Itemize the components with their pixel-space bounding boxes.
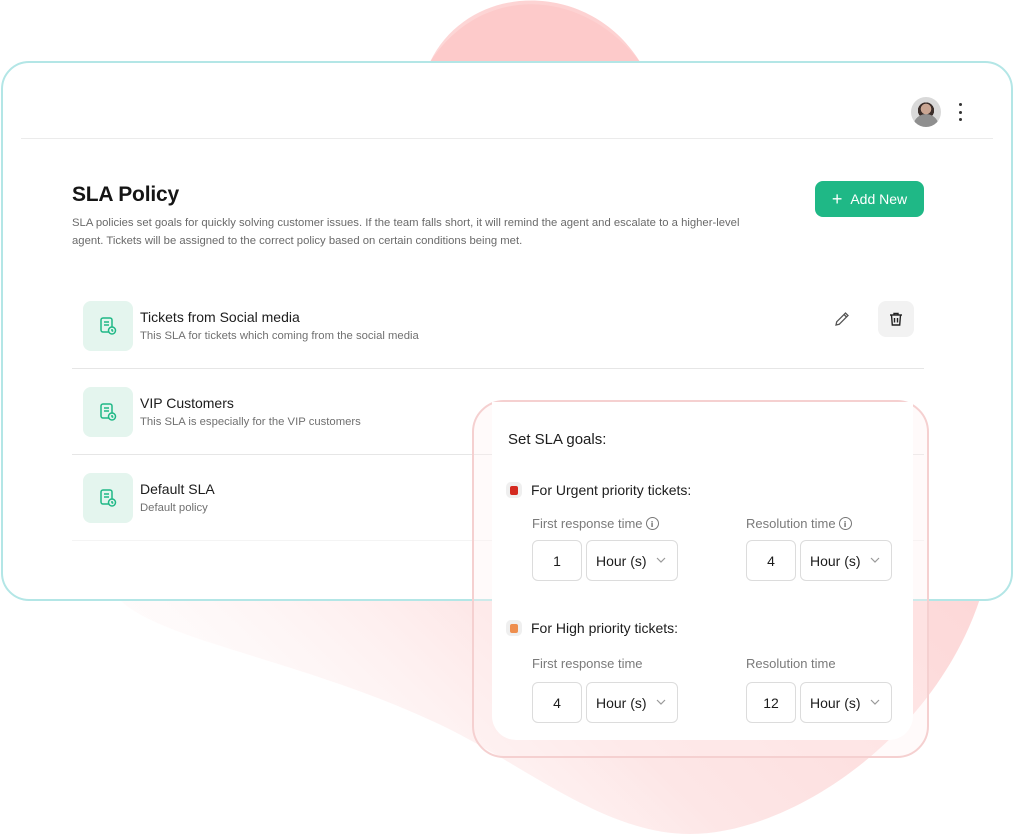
info-icon[interactable]: i bbox=[645, 517, 659, 530]
select-value: Hour (s) bbox=[810, 552, 861, 569]
chevron-down-icon bbox=[656, 557, 666, 563]
urgent-color-swatch bbox=[510, 485, 518, 495]
policy-name: Tickets from Social media bbox=[140, 309, 300, 325]
select-value: Hour (s) bbox=[810, 694, 861, 711]
page-description: SLA policies set goals for quickly solvi… bbox=[72, 217, 740, 247]
high-priority-heading: For High priority tickets: bbox=[506, 620, 678, 636]
urgent-priority-heading: For Urgent priority tickets: bbox=[506, 482, 691, 498]
policy-item[interactable]: Tickets from Social media This SLA for t… bbox=[72, 283, 924, 369]
urgent-first-response-unit-select[interactable]: Hour (s) bbox=[586, 540, 678, 581]
avatar[interactable] bbox=[911, 97, 941, 127]
document-clock-icon bbox=[83, 386, 133, 437]
label-text: Resolution time bbox=[746, 516, 836, 531]
priority-color-indicator bbox=[506, 482, 522, 498]
select-value: Hour (s) bbox=[596, 694, 647, 711]
high-resolution-value[interactable] bbox=[746, 682, 796, 723]
policy-name: VIP Customers bbox=[140, 395, 234, 411]
document-clock-icon bbox=[83, 472, 133, 523]
chevron-down-icon bbox=[656, 699, 666, 705]
goals-title: Set SLA goals: bbox=[508, 431, 607, 448]
edit-icon[interactable] bbox=[824, 301, 860, 337]
priority-color-indicator bbox=[506, 620, 522, 636]
more-vertical-icon[interactable] bbox=[957, 103, 963, 121]
add-new-label: Add New bbox=[850, 191, 908, 207]
high-resolution-unit-select[interactable]: Hour (s) bbox=[800, 682, 892, 723]
label-text: First response time bbox=[532, 656, 643, 671]
high-priority-label: For High priority tickets: bbox=[531, 620, 679, 636]
page-title: SLA Policy bbox=[72, 183, 179, 206]
urgent-resolution-label: Resolution time i bbox=[746, 516, 852, 531]
urgent-resolution-unit-select[interactable]: Hour (s) bbox=[800, 540, 892, 581]
policy-description: This SLA is especially for the VIP custo… bbox=[140, 416, 361, 428]
label-text: First response time bbox=[532, 516, 643, 531]
high-resolution-label: Resolution time bbox=[746, 656, 836, 671]
sla-goals-card: Set SLA goals: For Urgent priority ticke… bbox=[472, 400, 929, 758]
chevron-down-icon bbox=[870, 557, 880, 563]
select-value: Hour (s) bbox=[596, 552, 647, 569]
label-text: Resolution time bbox=[746, 656, 836, 671]
urgent-priority-label: For Urgent priority tickets: bbox=[531, 482, 692, 498]
urgent-resolution-value[interactable] bbox=[746, 540, 796, 581]
top-bar bbox=[21, 63, 993, 139]
policy-description: This SLA for tickets which coming from t… bbox=[140, 330, 419, 342]
high-first-response-unit-select[interactable]: Hour (s) bbox=[586, 682, 678, 723]
high-first-response-label: First response time bbox=[532, 656, 643, 671]
policy-description: Default policy bbox=[140, 502, 208, 514]
high-color-swatch bbox=[510, 623, 518, 633]
plus-icon: + bbox=[831, 189, 843, 209]
info-icon[interactable]: i bbox=[838, 517, 852, 530]
urgent-first-response-value[interactable] bbox=[532, 540, 582, 581]
document-clock-icon bbox=[83, 300, 133, 351]
policy-name: Default SLA bbox=[140, 481, 215, 497]
urgent-first-response-label: First response time i bbox=[532, 516, 659, 531]
high-first-response-value[interactable] bbox=[532, 682, 582, 723]
chevron-down-icon bbox=[870, 699, 880, 705]
trash-icon[interactable] bbox=[878, 301, 914, 337]
add-new-button[interactable]: + Add New bbox=[815, 181, 924, 217]
